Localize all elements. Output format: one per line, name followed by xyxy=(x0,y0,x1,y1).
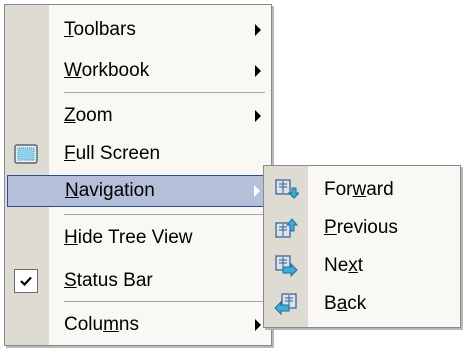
submenu-item-label: Next xyxy=(324,255,364,276)
menu-item-columns[interactable]: Columns xyxy=(5,309,271,341)
submenu-item-label: Back xyxy=(324,293,367,314)
menu-item-label: Zoom xyxy=(64,105,113,126)
menu-item-workbook[interactable]: Workbook xyxy=(5,55,271,87)
submenu-arrow-icon xyxy=(254,185,260,197)
menu-separator xyxy=(64,92,265,93)
next-icon xyxy=(273,253,299,279)
previous-icon xyxy=(273,215,299,241)
submenu-item-label: Forward xyxy=(324,179,394,200)
menu-item-label: Navigation xyxy=(65,180,155,201)
menu-item-label: Columns xyxy=(64,314,139,335)
submenu-item-back[interactable]: Back xyxy=(264,285,460,323)
menu-item-label: Hide Tree View xyxy=(64,227,193,248)
submenu-item-next[interactable]: Next xyxy=(264,247,460,285)
menu-item-label: Workbook xyxy=(64,60,150,81)
submenu-arrow-icon xyxy=(255,24,261,36)
menu-item-toolbars[interactable]: Toolbars xyxy=(5,14,271,46)
back-icon xyxy=(273,291,299,317)
full-screen-icon xyxy=(13,141,39,167)
submenu-item-forward[interactable]: Forward xyxy=(264,171,460,209)
submenu-item-label: Previous xyxy=(324,217,398,238)
submenu-arrow-icon xyxy=(255,319,261,331)
menu-item-label: Full Screen xyxy=(64,143,161,164)
forward-icon xyxy=(273,177,301,203)
menu-separator xyxy=(64,301,265,302)
view-context-menu: Toolbars Workbook Zoom Full Screen Navig… xyxy=(4,4,272,346)
menu-item-hide-tree-view[interactable]: Hide Tree View xyxy=(5,222,271,254)
menu-item-navigation[interactable]: Navigation xyxy=(7,175,269,207)
menu-item-label: Status Bar xyxy=(64,270,153,291)
submenu-arrow-icon xyxy=(255,110,261,122)
menu-item-full-screen[interactable]: Full Screen xyxy=(5,138,271,170)
menu-item-zoom[interactable]: Zoom xyxy=(5,100,271,132)
menu-separator xyxy=(64,214,265,215)
menu-item-status-bar[interactable]: Status Bar xyxy=(5,265,271,297)
checkmark-icon xyxy=(14,269,38,293)
navigation-submenu: Forward Previous Next Back xyxy=(263,165,461,328)
menu-item-label: Toolbars xyxy=(64,19,136,40)
submenu-item-previous[interactable]: Previous xyxy=(264,209,460,247)
submenu-arrow-icon xyxy=(255,65,261,77)
